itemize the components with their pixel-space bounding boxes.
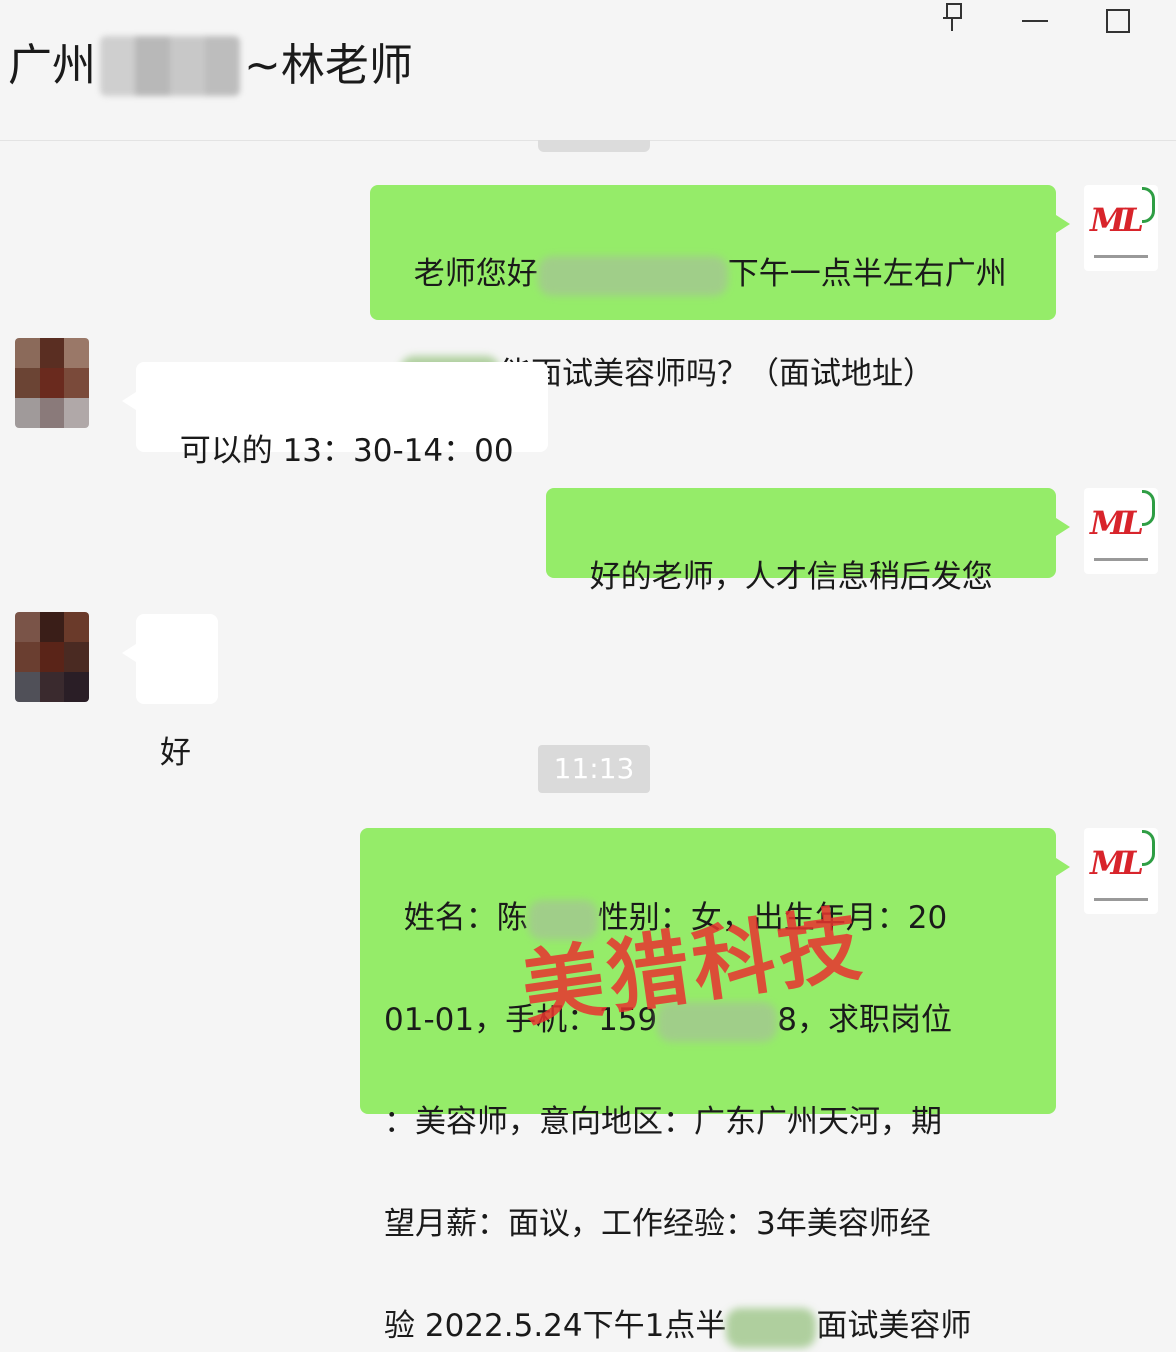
my-avatar[interactable]: ML	[1084, 488, 1158, 574]
brand-logo-icon: ML	[1090, 201, 1144, 239]
message-text: ：美容师，意向地区：广东广州天河，期	[384, 1104, 942, 1140]
pin-button[interactable]	[932, 2, 972, 38]
message-text: 下午一点半左右广州	[727, 256, 1007, 292]
my-avatar[interactable]: ML	[1084, 828, 1158, 914]
brand-logo-icon: ML	[1090, 504, 1144, 542]
message-bubble-outgoing[interactable]: 老师您好 下午一点半左右广州 能面试美容师吗？（面试地址）	[370, 185, 1070, 396]
message-text: 8，求职岗位	[777, 1002, 952, 1038]
message-timestamp: 11:13	[538, 745, 650, 793]
message-text: 姓名：陈	[403, 900, 528, 936]
message-text: 望月薪：面议，工作经验：3年美容师经	[384, 1206, 931, 1242]
message-text: 面试美容师	[816, 1308, 972, 1344]
redacted-text	[726, 1307, 817, 1348]
maximize-icon	[1106, 9, 1130, 33]
minimize-button[interactable]	[1015, 2, 1055, 38]
message-text: 验 2022.5.24下午1点半	[384, 1308, 727, 1344]
scroll-indicator[interactable]	[538, 140, 650, 152]
chat-header: 广州 ~林老师	[0, 0, 1176, 141]
message-text: 可以的 13：30-14：00	[179, 433, 514, 469]
redacted-name	[100, 36, 240, 96]
message-text: 好	[160, 735, 191, 771]
brand-logo-icon: ML	[1090, 844, 1144, 882]
chat-title: 广州 ~林老师	[8, 36, 413, 96]
message-text: 好的老师，人才信息稍后发您	[589, 559, 993, 595]
message-text: 能面试美容师吗？（面试地址）	[500, 356, 934, 392]
chat-title-suffix: ~林老师	[244, 40, 413, 91]
chat-title-prefix: 广州	[8, 40, 96, 91]
message-bubble-incoming[interactable]: 可以的 13：30-14：00	[122, 362, 548, 469]
pin-icon	[943, 3, 962, 31]
message-bubble-incoming[interactable]: 好	[122, 614, 218, 771]
redacted-text	[537, 255, 728, 296]
contact-avatar[interactable]	[15, 612, 89, 702]
message-text: 老师您好	[413, 256, 538, 292]
maximize-button[interactable]	[1098, 2, 1138, 38]
minimize-icon	[1022, 20, 1048, 22]
message-bubble-outgoing[interactable]: 好的老师，人才信息稍后发您	[546, 488, 1070, 595]
contact-avatar[interactable]	[15, 338, 89, 428]
my-avatar[interactable]: ML	[1084, 185, 1158, 271]
